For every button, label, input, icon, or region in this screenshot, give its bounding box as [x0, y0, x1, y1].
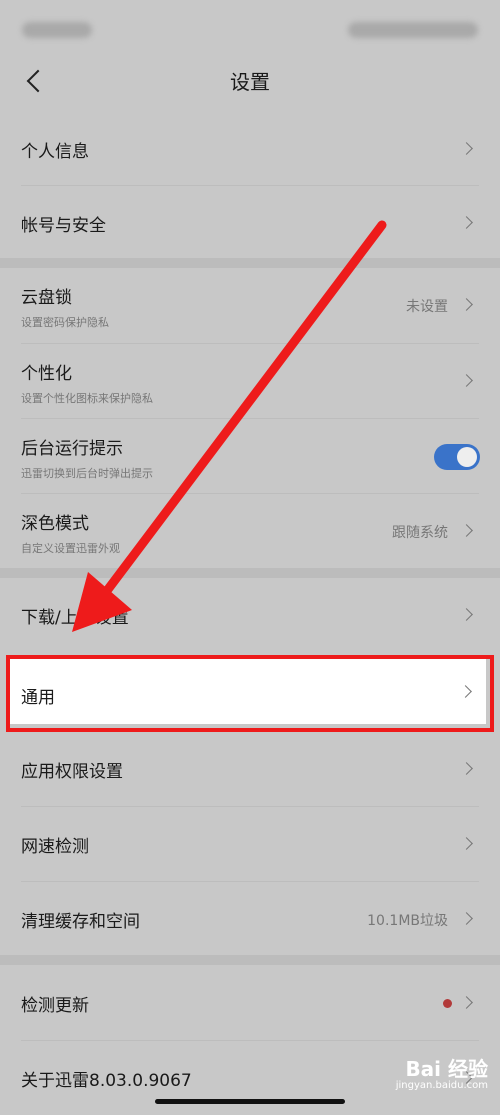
row-title: 应用权限设置 — [21, 762, 123, 782]
toggle-knob — [457, 447, 477, 467]
row-subtitle: 迅雷切换到后台时弹出提示 — [21, 467, 153, 480]
settings-row-cache[interactable]: 清理缓存和空间 10.1MB垃圾 — [0, 882, 500, 956]
update-dot-badge — [443, 999, 452, 1008]
settings-row-background-tip: 后台运行提示 迅雷切换到后台时弹出提示 — [0, 419, 500, 493]
settings-row-speed-test[interactable]: 网速检测 — [0, 807, 500, 881]
section-gap — [0, 258, 500, 268]
row-title: 帐号与安全 — [21, 216, 106, 236]
row-title: 网速检测 — [21, 837, 89, 857]
home-indicator[interactable] — [155, 1099, 345, 1104]
chevron-right-icon — [460, 912, 473, 925]
chevron-right-icon — [460, 216, 473, 229]
watermark-brand: Bai 经验 — [405, 1057, 488, 1081]
row-subtitle: 设置密码保护隐私 — [21, 316, 109, 329]
background-tip-toggle[interactable] — [434, 444, 480, 470]
chevron-right-icon — [460, 608, 473, 621]
settings-row-permissions[interactable]: 应用权限设置 — [0, 732, 500, 806]
page-title: 设置 — [230, 70, 270, 94]
chevron-right-icon — [460, 837, 473, 850]
watermark-url: jingyan.baidu.com — [395, 1080, 488, 1091]
settings-row-cloud-lock[interactable]: 云盘锁 设置密码保护隐私 未设置 — [0, 268, 500, 342]
row-title: 关于迅雷8.03.0.9067 — [21, 1071, 192, 1091]
row-title: 个人信息 — [21, 142, 89, 162]
settings-row-profile[interactable]: 个人信息 — [0, 112, 500, 186]
settings-row-account[interactable]: 帐号与安全 — [0, 186, 500, 260]
row-subtitle: 设置个性化图标来保护隐私 — [21, 392, 153, 405]
row-title: 下载/上传设置 — [21, 608, 129, 628]
status-bar-left-blurred — [22, 22, 92, 38]
settings-row-update[interactable]: 检测更新 — [0, 966, 500, 1040]
settings-row-dark-mode[interactable]: 深色模式 自定义设置迅雷外观 跟随系统 — [0, 494, 500, 568]
settings-row-personalize[interactable]: 个性化 设置个性化图标来保护隐私 — [0, 344, 500, 418]
row-subtitle: 自定义设置迅雷外观 — [21, 542, 120, 555]
row-title: 个性化 — [21, 364, 72, 384]
row-title: 通用 — [21, 688, 55, 708]
watermark: Bai 经验 jingyan.baidu.com — [396, 1058, 488, 1092]
chevron-right-icon — [460, 996, 473, 1009]
chevron-right-icon — [460, 762, 473, 775]
row-title: 清理缓存和空间 — [21, 912, 140, 932]
settings-row-general[interactable]: 通用 — [10, 659, 486, 724]
chevron-right-icon — [460, 298, 473, 311]
row-value: 未设置 — [406, 299, 448, 315]
nav-bar: 设置 — [0, 56, 500, 112]
chevron-right-icon — [460, 374, 473, 387]
settings-row-download-upload[interactable]: 下载/上传设置 — [0, 578, 500, 652]
chevron-right-icon — [460, 524, 473, 537]
chevron-right-icon — [459, 685, 472, 698]
row-title: 检测更新 — [21, 996, 89, 1016]
section-gap — [0, 568, 500, 578]
row-value: 跟随系统 — [392, 525, 448, 541]
status-bar — [0, 0, 500, 56]
status-bar-right-blurred — [348, 22, 478, 38]
row-title: 云盘锁 — [21, 288, 72, 308]
row-title: 后台运行提示 — [21, 439, 123, 459]
row-title: 深色模式 — [21, 514, 89, 534]
section-gap — [0, 955, 500, 965]
chevron-right-icon — [460, 142, 473, 155]
row-value: 10.1MB垃圾 — [367, 913, 448, 929]
